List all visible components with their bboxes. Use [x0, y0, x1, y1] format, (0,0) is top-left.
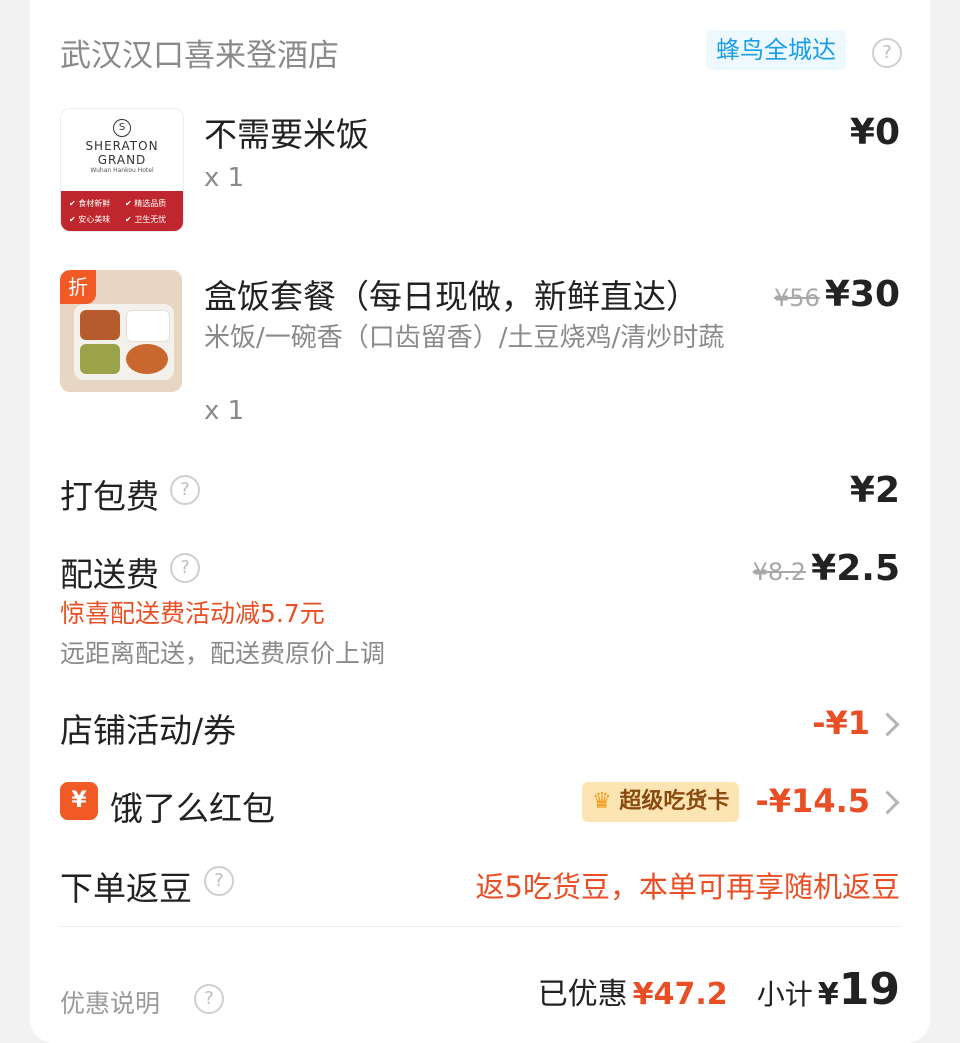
discount-explanation-label[interactable]: 优惠说明 [60, 984, 160, 1020]
redpacket-value[interactable]: -¥14.5 [756, 782, 871, 820]
food-box-image [74, 304, 174, 380]
subtotal-currency: ¥ [817, 977, 839, 1012]
delivery-fee-group: ¥8.2 ¥2.5 [753, 548, 900, 589]
chevron-right-icon[interactable] [875, 712, 900, 737]
store-activity-label[interactable]: 店铺活动/券 [60, 704, 236, 752]
item-quantity: x 1 [204, 396, 245, 426]
packing-fee-label: 打包费 [60, 477, 159, 516]
subtotal-label: 小计 [756, 978, 813, 1011]
item-thumbnail[interactable]: 折 [60, 270, 182, 392]
super-card-badge: ♛ 超级吃货卡 [582, 782, 740, 822]
divider [60, 926, 900, 927]
redpacket-icon: ¥ [60, 782, 98, 820]
subtotal-value: 19 [838, 964, 900, 1015]
store-activity-value[interactable]: -¥1 [812, 704, 870, 742]
beans-value: 返5吃货豆，本单可再享随机返豆 [475, 870, 900, 904]
totals-group: 已优惠 ¥47.2 小计 ¥19 [538, 964, 900, 1015]
help-icon[interactable]: ? [872, 38, 902, 68]
help-icon[interactable]: ? [194, 984, 224, 1014]
help-icon[interactable]: ? [170, 475, 200, 505]
delivery-service-badge: 蜂鸟全城达 [706, 30, 846, 70]
item-description: 米饭/一碗香（口齿留香）/土豆烧鸡/清炒时蔬 [204, 323, 725, 353]
saved-label: 已优惠 [537, 977, 628, 1012]
beans-label: 下单返豆 [60, 869, 192, 908]
item-price: ¥30 [824, 274, 900, 315]
quality-tags-banner: ✔ 食材新鲜 ✔ 精选品质 ✔ 安心美味 ✔ 卫生无忧 [61, 191, 183, 231]
item-original-price: ¥56 [773, 284, 820, 312]
saved-value: ¥47.2 [632, 977, 728, 1012]
store-name[interactable]: 武汉汉口喜来登酒店 [60, 30, 339, 75]
delivery-original-price: ¥8.2 [752, 558, 807, 586]
item-name: 不需要米饭 [204, 115, 369, 154]
item-thumbnail[interactable]: S SHERATON GRAND Wuhan Hankou Hotel ✔ 食材… [60, 108, 184, 232]
crown-icon: ♛ [592, 789, 612, 814]
packing-fee-price: ¥2 [849, 470, 900, 511]
delivery-note-text: 远距离配送，配送费原价上调 [60, 639, 386, 668]
help-icon[interactable]: ? [170, 553, 200, 583]
redpacket-label[interactable]: 饿了么红包 [110, 782, 275, 830]
chevron-right-icon[interactable] [875, 790, 900, 815]
delivery-fee-label: 配送费 [60, 555, 159, 594]
item-name: 盒饭套餐（每日现做，新鲜直达） [204, 277, 699, 316]
help-icon[interactable]: ? [204, 866, 234, 896]
order-card: 武汉汉口喜来登酒店 蜂鸟全城达 ? S SHERATON GRAND Wuhan… [30, 0, 930, 1043]
item-price-group: ¥56 ¥30 [774, 274, 900, 315]
item-quantity: x 1 [204, 163, 245, 193]
delivery-fee-price: ¥2.5 [811, 548, 900, 589]
item-price: ¥0 [849, 112, 900, 153]
delivery-promo-text: 惊喜配送费活动减5.7元 [60, 599, 325, 628]
sheraton-logo: S SHERATON GRAND Wuhan Hankou Hotel [61, 109, 183, 191]
discount-tag: 折 [60, 270, 96, 304]
